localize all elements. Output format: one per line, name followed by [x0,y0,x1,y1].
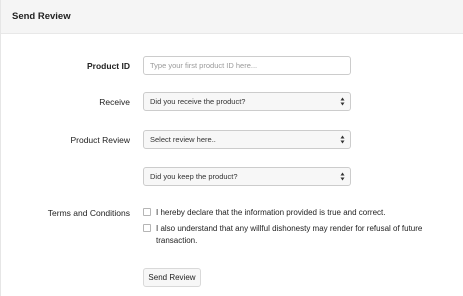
terms-label: Terms and Conditions [47,208,130,218]
receive-select-value: Did you receive the product? [150,97,246,106]
dishonesty-text: I also understand that any willful disho… [156,224,423,245]
terms-checkbox-row-2[interactable]: I also understand that any willful disho… [143,223,448,247]
terms-checkbox-row-1[interactable]: I hereby declare that the information pr… [143,207,448,219]
product-review-select-value: Select review here.. [150,135,216,144]
receive-select[interactable]: Did you receive the product? [143,92,351,111]
send-review-panel: Send Review Product ID Type your first p… [0,0,463,296]
keep-product-select-value: Did you keep the product? [150,172,238,181]
panel-title: Send Review [1,0,463,34]
product-review-select[interactable]: Select review here.. [143,130,351,149]
select-arrows-icon [340,171,345,182]
product-id-label: Product ID [87,61,130,71]
product-id-input[interactable]: Type your first product ID here... [143,56,351,75]
declare-true-text: I hereby declare that the information pr… [156,208,386,217]
declare-true-checkbox[interactable] [143,208,151,216]
select-arrows-icon [340,96,345,107]
dishonesty-checkbox[interactable] [143,224,151,232]
keep-product-select[interactable]: Did you keep the product? [143,167,351,186]
send-review-button[interactable]: Send Review [143,268,201,287]
product-id-placeholder: Type your first product ID here... [150,61,258,70]
product-review-label: Product Review [70,135,130,145]
receive-label: Receive [99,97,130,107]
select-arrows-icon [340,134,345,145]
